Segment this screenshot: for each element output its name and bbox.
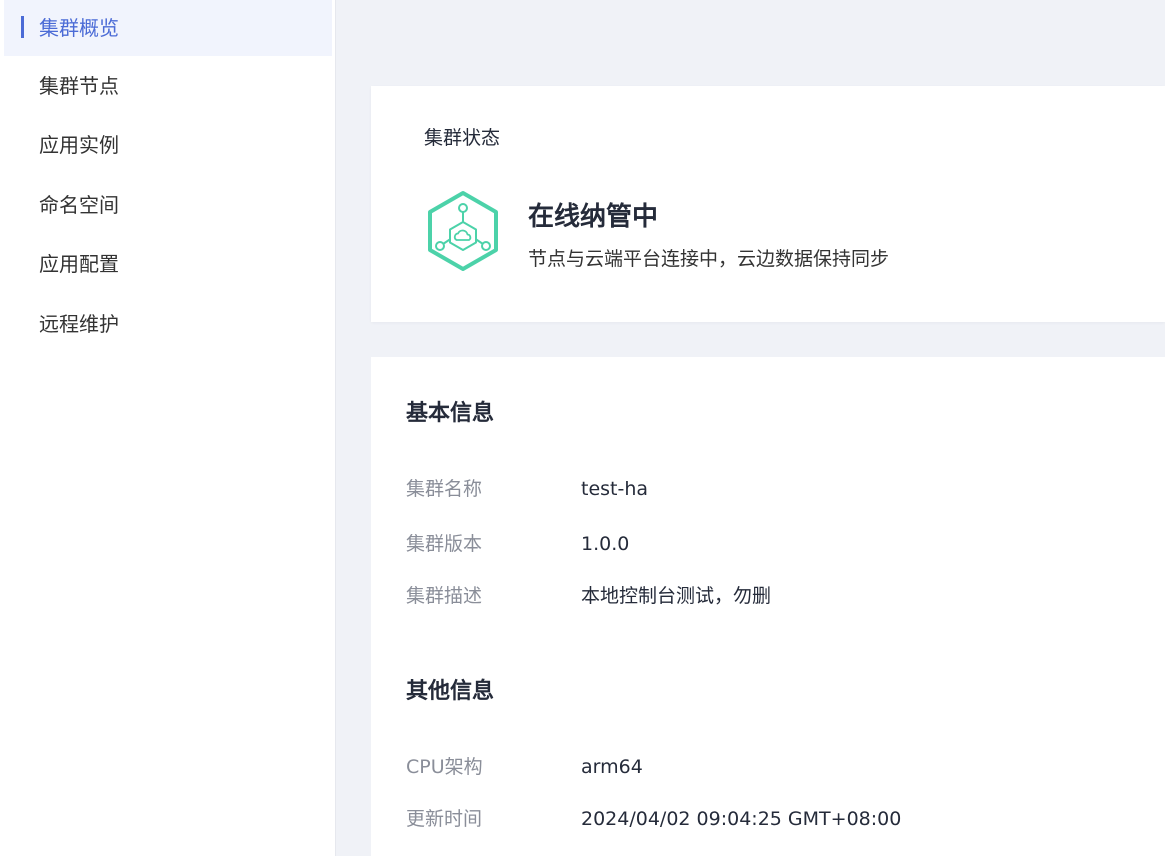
sidebar-item-cluster-overview[interactable]: 集群概览: [4, 0, 332, 56]
info-label: 集群名称: [406, 478, 483, 500]
sidebar-nav: 集群概览 集群节点 应用实例 命名空间 应用配置 远程维护: [0, 0, 336, 856]
sidebar-item-app-instances[interactable]: 应用实例: [4, 117, 332, 173]
cloud-hub-hexagon-icon: [428, 191, 498, 271]
other-info-title: 其他信息: [406, 679, 495, 704]
info-row-cluster-name: 集群名称 test-ha: [406, 475, 1126, 503]
sidebar-item-app-config[interactable]: 应用配置: [4, 236, 332, 292]
info-row-cpu-arch: CPU架构 arm64: [406, 753, 1126, 781]
info-value: arm64: [581, 756, 643, 778]
info-value: 1.0.0: [581, 533, 630, 555]
info-row-update-time: 更新时间 2024/04/02 09:04:25 GMT+08:00: [406, 805, 1126, 833]
cluster-status-header: 集群状态: [424, 127, 501, 149]
info-label: 更新时间: [406, 808, 483, 830]
cluster-status-card: 集群状态 在线纳管中 节点与云端平台连接中，云边数据保持同步: [371, 86, 1165, 322]
sidebar-item-cluster-nodes[interactable]: 集群节点: [4, 58, 332, 114]
info-label: CPU架构: [406, 756, 483, 778]
sidebar-item-namespaces[interactable]: 命名空间: [4, 177, 332, 233]
info-row-cluster-description: 集群描述 本地控制台测试，勿删: [406, 582, 1126, 610]
info-label: 集群版本: [406, 533, 483, 555]
basic-info-title: 基本信息: [406, 401, 495, 426]
info-row-cluster-version: 集群版本 1.0.0: [406, 530, 1126, 558]
cluster-status-description: 节点与云端平台连接中，云边数据保持同步: [528, 248, 890, 270]
app-root: 集群概览 集群节点 应用实例 命名空间 应用配置 远程维护 集群状态 在线纳管中…: [0, 0, 1165, 856]
info-label: 集群描述: [406, 585, 483, 607]
info-value: 2024/04/02 09:04:25 GMT+08:00: [581, 808, 902, 830]
cluster-info-card: 基本信息 集群名称 test-ha 集群版本 1.0.0 集群描述 本地控制台测…: [371, 357, 1165, 856]
info-value: 本地控制台测试，勿删: [581, 585, 772, 607]
info-value: test-ha: [581, 478, 649, 500]
sidebar-item-remote-maintenance[interactable]: 远程维护: [4, 296, 332, 352]
cluster-status-title: 在线纳管中: [528, 202, 659, 232]
